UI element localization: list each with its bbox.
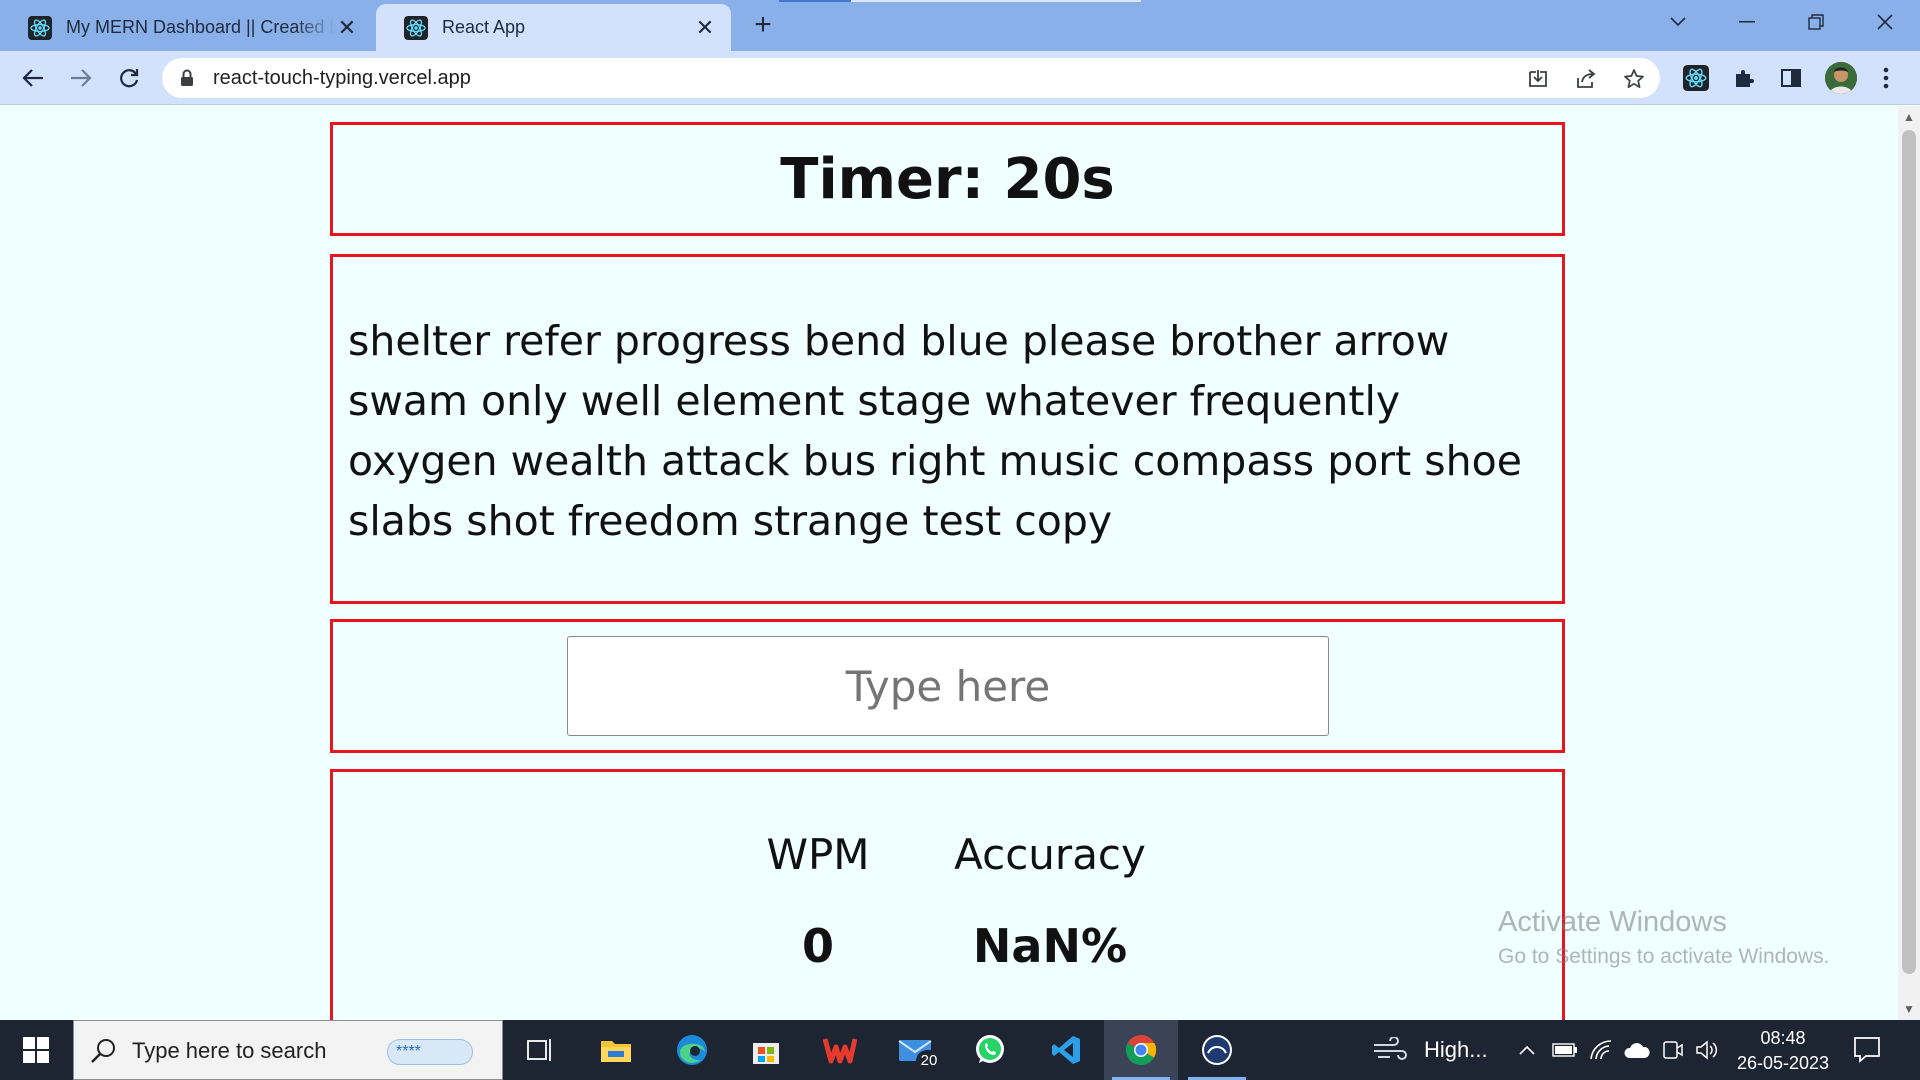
timer-text: Timer: 20s bbox=[780, 146, 1115, 212]
file-explorer-icon[interactable] bbox=[579, 1020, 653, 1080]
typing-input[interactable] bbox=[567, 636, 1329, 736]
accuracy-stat: Accuracy NaN% bbox=[950, 830, 1150, 973]
scrollbar-thumb[interactable] bbox=[1902, 130, 1916, 974]
activate-windows-watermark: Activate Windows Go to Settings to activ… bbox=[1498, 906, 1830, 969]
address-bar[interactable]: react-touch-typing.vercel.app bbox=[162, 58, 1660, 98]
more-menu-icon[interactable] bbox=[1873, 65, 1899, 91]
edge-browser-icon[interactable] bbox=[655, 1020, 729, 1080]
install-app-icon[interactable] bbox=[1526, 67, 1550, 91]
vscode-icon[interactable] bbox=[1029, 1020, 1103, 1080]
wpm-stat: WPM 0 bbox=[753, 830, 883, 973]
lock-icon[interactable] bbox=[180, 69, 194, 87]
onedrive-cloud-icon[interactable] bbox=[1620, 1020, 1654, 1080]
words-to-type: shelter refer progress bend blue please … bbox=[348, 317, 1522, 545]
chrome-icon[interactable] bbox=[1104, 1020, 1178, 1080]
mail-icon[interactable]: 20 bbox=[878, 1020, 952, 1080]
watermark-subtitle: Go to Settings to activate Windows. bbox=[1498, 945, 1830, 968]
clock-date: 26-05-2023 bbox=[1736, 1053, 1830, 1073]
mail-unread-badge: 20 bbox=[916, 1050, 942, 1072]
reload-icon[interactable] bbox=[115, 64, 143, 92]
browser-tab-strip: My MERN Dashboard || Created by ✕ React … bbox=[0, 0, 1920, 51]
tab-react-app[interactable]: React App ✕ bbox=[376, 4, 731, 51]
password-manager-chip[interactable]: **** bbox=[387, 1039, 473, 1065]
loading-indicator bbox=[779, 0, 1141, 2]
words-panel: shelter refer progress bend blue please … bbox=[330, 254, 1565, 604]
restore-icon[interactable] bbox=[1786, 0, 1846, 44]
whatsapp-icon[interactable] bbox=[953, 1020, 1027, 1080]
page-viewport: Timer: 20s shelter refer progress bend b… bbox=[0, 106, 1898, 1020]
tab-title: React App bbox=[442, 17, 526, 37]
stats-panel: WPM 0 Accuracy NaN% bbox=[330, 769, 1565, 1020]
show-hidden-icons-chevron-icon[interactable] bbox=[1514, 1020, 1540, 1080]
watermark-title: Activate Windows bbox=[1498, 906, 1727, 938]
accuracy-value: NaN% bbox=[972, 919, 1128, 973]
wind-icon bbox=[1374, 1037, 1407, 1060]
close-tab-icon[interactable]: ✕ bbox=[335, 15, 359, 40]
microsoft-store-icon[interactable] bbox=[729, 1020, 803, 1080]
taskbar-search-box[interactable]: Type here to search **** bbox=[73, 1020, 503, 1080]
tab-title: My MERN Dashboard || Created by bbox=[66, 17, 335, 37]
back-arrow-icon[interactable] bbox=[19, 64, 47, 92]
weather-widget[interactable]: High... bbox=[1372, 1020, 1488, 1080]
side-panel-icon[interactable] bbox=[1778, 65, 1804, 91]
meet-now-icon[interactable] bbox=[1658, 1020, 1688, 1080]
tab-mern-dashboard[interactable]: My MERN Dashboard || Created by ✕ bbox=[0, 4, 373, 51]
browser-toolbar: react-touch-typing.vercel.app bbox=[0, 51, 1920, 105]
timer-panel: Timer: 20s bbox=[330, 122, 1565, 236]
share-icon[interactable] bbox=[1574, 67, 1598, 91]
notification-center-icon[interactable] bbox=[1852, 1034, 1882, 1069]
new-tab-button[interactable]: + bbox=[748, 10, 778, 40]
minimize-icon[interactable] bbox=[1717, 0, 1777, 44]
close-window-icon[interactable] bbox=[1855, 0, 1915, 44]
url-text[interactable]: react-touch-typing.vercel.app bbox=[213, 58, 471, 98]
input-panel bbox=[330, 619, 1565, 753]
close-tab-icon[interactable]: ✕ bbox=[693, 15, 717, 40]
profile-avatar[interactable] bbox=[1825, 62, 1857, 94]
weather-text: High... bbox=[1424, 1037, 1488, 1062]
search-placeholder: Type here to search bbox=[132, 1038, 327, 1063]
search-icon bbox=[91, 1039, 115, 1063]
volume-icon[interactable] bbox=[1692, 1020, 1722, 1080]
react-icon bbox=[28, 15, 52, 40]
bookmark-star-icon[interactable] bbox=[1622, 67, 1646, 91]
react-icon bbox=[404, 15, 428, 40]
forward-arrow-icon[interactable] bbox=[67, 64, 95, 92]
wifi-icon[interactable] bbox=[1586, 1020, 1616, 1080]
clock-time: 08:48 bbox=[1760, 1028, 1806, 1048]
nxtwave-app-icon[interactable] bbox=[1180, 1020, 1254, 1080]
extensions-puzzle-icon[interactable] bbox=[1731, 65, 1757, 91]
wps-office-icon[interactable] bbox=[803, 1020, 877, 1080]
battery-icon[interactable] bbox=[1550, 1020, 1580, 1080]
task-view-icon[interactable] bbox=[503, 1020, 577, 1080]
page-scrollbar[interactable]: ▲ ▼ bbox=[1898, 106, 1920, 1020]
windows-taskbar: Type here to search **** 20 High... 08:4… bbox=[0, 1020, 1920, 1080]
windows-start-icon[interactable] bbox=[0, 1020, 72, 1080]
react-devtools-extension-icon[interactable] bbox=[1683, 65, 1709, 91]
scroll-down-arrow-icon[interactable]: ▼ bbox=[1898, 998, 1920, 1020]
scroll-up-arrow-icon[interactable]: ▲ bbox=[1898, 106, 1920, 128]
tab-search-chevron-icon[interactable] bbox=[1648, 0, 1708, 44]
wpm-value: 0 bbox=[801, 919, 834, 973]
wpm-label: WPM bbox=[766, 830, 870, 879]
accuracy-label: Accuracy bbox=[954, 830, 1146, 879]
taskbar-clock[interactable]: 08:48 26-05-2023 bbox=[1730, 1026, 1836, 1076]
